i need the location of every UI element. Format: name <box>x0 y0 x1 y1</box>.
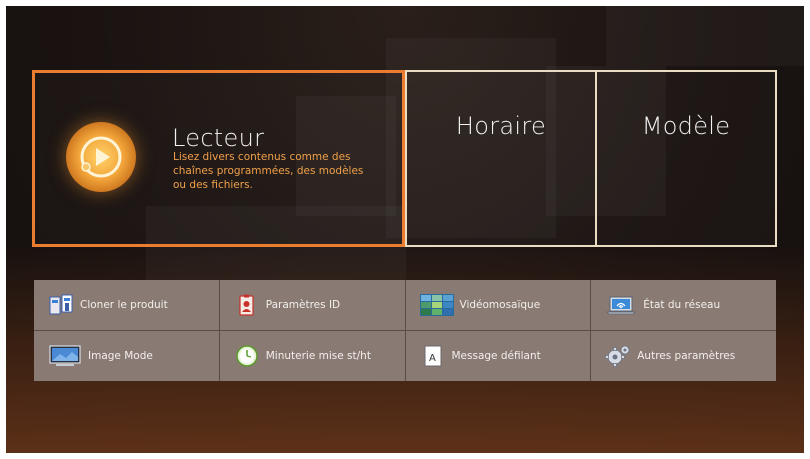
menu-item-on-off-timer[interactable]: Minuterie mise st/ht <box>219 331 405 381</box>
tile-schedule-title: Horaire <box>455 112 547 140</box>
tile-player[interactable]: Lecteur Lisez divers contenus comme des … <box>32 70 405 247</box>
menu-item-label: Autres paramètres <box>637 350 736 362</box>
ticker-icon: A <box>420 345 446 367</box>
menu-item-label: Minuterie mise st/ht <box>265 350 371 362</box>
play-icon <box>66 122 136 192</box>
menu-item-label: Image Mode <box>88 350 153 362</box>
clone-icon <box>48 294 74 316</box>
tile-schedule[interactable]: Horaire <box>405 70 597 247</box>
tile-player-title: Lecteur <box>172 124 265 152</box>
menu-item-clone-product[interactable]: Cloner le produit <box>34 280 219 330</box>
id-badge-icon <box>234 294 260 316</box>
monitor-icon <box>48 345 82 367</box>
menu-item-ticker[interactable]: A Message défilant <box>405 331 591 381</box>
menu-item-label: Message défilant <box>451 350 541 362</box>
menu-item-label: Paramètres ID <box>265 299 341 311</box>
tile-template-title: Modèle <box>641 112 731 140</box>
menu-item-more-settings[interactable]: Autres paramètres <box>591 331 776 381</box>
network-laptop-icon <box>605 294 637 316</box>
menu-item-label: État du réseau <box>643 299 721 311</box>
tile-player-description: Lisez divers contenus comme des chaînes … <box>173 151 364 191</box>
menu-item-video-wall[interactable]: Vidéomosaïque <box>405 280 591 330</box>
gears-icon <box>605 345 631 367</box>
menu-item-network-status[interactable]: État du réseau <box>591 280 776 330</box>
timer-icon <box>234 345 260 367</box>
menu-item-image-mode[interactable]: Image Mode <box>34 331 219 381</box>
home-screen: Lecteur Lisez divers contenus comme des … <box>6 6 804 453</box>
settings-menu: Cloner le produit Paramètres ID Vidéomos… <box>34 280 776 381</box>
background-panel <box>606 6 804 66</box>
video-wall-icon <box>419 294 454 316</box>
menu-item-id-settings[interactable]: Paramètres ID <box>219 280 405 330</box>
tile-template[interactable]: Modèle <box>595 70 777 247</box>
menu-item-label: Cloner le produit <box>80 299 168 311</box>
menu-item-label: Vidéomosaïque <box>459 299 541 311</box>
svg-text:A: A <box>429 353 436 364</box>
